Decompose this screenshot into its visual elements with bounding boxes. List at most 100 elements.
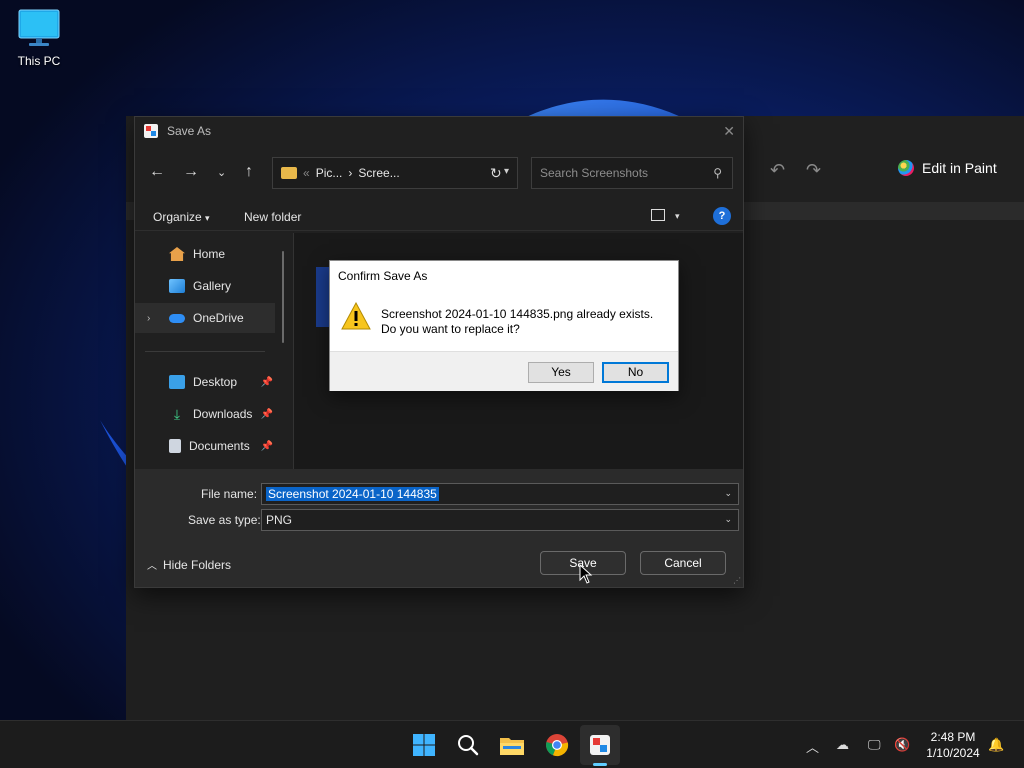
pin-icon[interactable]: 📌 [261,441,273,452]
resize-grip-icon[interactable]: ⋰ [733,576,741,585]
breadcrumb-screenshots[interactable]: Scree... [358,166,399,180]
snipping-tool-button[interactable] [586,731,614,759]
nav-item-onedrive[interactable]: › OneDrive [135,303,275,333]
recent-locations-chevron-icon[interactable]: ⌄ [217,166,226,179]
hide-folders-label: Hide Folders [163,557,232,572]
chrome-icon [546,734,569,757]
home-icon [169,247,185,261]
file-name-field[interactable]: Screenshot 2024-01-10 144835 ⌄ [261,483,739,505]
nav-item-label: OneDrive [193,311,244,325]
save-as-titlebar: Save As ✕ [135,117,743,145]
yes-button[interactable]: Yes [528,362,594,383]
back-arrow-icon[interactable]: ← [149,163,165,181]
confirm-message-line1: Screenshot 2024-01-10 144835.png already… [381,307,654,321]
close-icon[interactable]: ✕ [723,123,735,140]
hide-folders-button[interactable]: ︿ Hide Folders [147,557,232,573]
nav-item-label: Home [193,247,226,261]
nav-scrollbar[interactable] [282,251,284,343]
gallery-icon [169,279,185,293]
edit-in-paint-label: Edit in Paint [922,160,997,176]
nav-item-gallery[interactable]: Gallery [135,271,275,301]
redo-icon[interactable]: ↷ [806,160,821,181]
undo-icon[interactable]: ↶ [770,160,785,181]
confirm-title: Confirm Save As [338,269,428,283]
chevron-up-icon: ︿ [147,561,157,572]
snipping-tool-icon [590,735,610,755]
pin-icon[interactable]: 📌 [261,409,273,420]
address-overflow: « [303,166,310,180]
confirm-body: Screenshot 2024-01-10 144835.png already… [330,289,678,351]
paint-palette-icon [898,160,914,176]
cancel-button[interactable]: Cancel [640,551,726,575]
refresh-icon[interactable]: ↻ [490,165,502,182]
breadcrumb-chevron-icon: › [348,166,353,180]
taskbar: ︿ ☁ 🖵 🔇 2:48 PM 1/10/2024 🔔 [0,720,1024,768]
edit-in-paint-button[interactable]: Edit in Paint [898,160,997,176]
nav-item-documents[interactable]: Documents 📌 [135,431,275,461]
clock-time: 2:48 PM [930,730,976,744]
file-name-value: Screenshot 2024-01-10 144835 [266,487,439,501]
nav-item-desktop[interactable]: Desktop 📌 [135,367,275,397]
nav-item-label: Documents [189,439,250,453]
clock-date: 1/10/2024 [926,746,980,760]
save-type-select[interactable]: PNG ⌄ [261,509,739,531]
nav-item-label: Gallery [193,279,232,293]
address-bar[interactable]: « Pic... › Scree... ▾ [272,157,518,189]
nav-item-home[interactable]: Home [135,239,275,269]
show-hidden-icons-icon[interactable]: ︿ [806,737,819,756]
save-type-value: PNG [266,513,293,527]
nav-item-label: Desktop [193,375,238,389]
taskbar-search-button[interactable] [454,731,482,759]
warning-icon [341,302,371,330]
start-button[interactable] [410,731,438,759]
onedrive-icon [169,313,185,323]
up-arrow-icon[interactable]: ↑ [245,163,253,181]
mouse-cursor-icon [579,564,593,584]
expand-chevron-icon[interactable]: › [147,313,150,324]
save-options-panel: File name: Screenshot 2024-01-10 144835 … [135,469,743,587]
search-icon [458,735,479,756]
organize-menu[interactable]: Organize ▾ [153,210,210,224]
monitor-icon [18,9,60,46]
confirm-message-line2: Do you want to replace it? [381,322,520,336]
view-options-icon[interactable] [651,209,665,221]
navigation-bar: ← → ⌄ ↑ « Pic... › Scree... ▾ ↻ Search S… [135,155,743,191]
new-folder-button[interactable]: New folder [244,210,301,224]
notification-bell-icon[interactable]: 🔔 [988,737,1004,753]
save-as-title: Save As [167,124,212,138]
snipping-tool-app-icon [144,124,158,138]
nav-separator [145,351,265,352]
volume-muted-icon[interactable]: 🔇 [894,737,910,753]
breadcrumb-pictures[interactable]: Pic... [316,166,343,180]
onedrive-offline-icon[interactable]: ☁ [836,737,849,753]
desktop-icon-this-pc[interactable]: This PC [10,8,68,68]
file-explorer-button[interactable] [498,731,526,759]
file-thumbnail[interactable] [316,267,330,327]
confirm-save-as-dialog: Confirm Save As Screenshot 2024-01-10 14… [329,260,679,391]
help-icon[interactable]: ? [713,207,731,225]
view-dropdown-icon[interactable]: ▾ [675,211,680,222]
forward-arrow-icon[interactable]: → [183,163,199,181]
save-type-dropdown-icon[interactable]: ⌄ [724,514,732,525]
save-type-label: Save as type: [188,513,261,527]
no-button[interactable]: No [602,362,669,383]
search-box[interactable]: Search Screenshots ⚲ [531,157,733,189]
pin-icon[interactable]: 📌 [261,377,273,388]
organize-dropdown-icon: ▾ [205,213,210,223]
nav-item-downloads[interactable]: ⤓ Downloads 📌 [135,399,275,429]
documents-icon [169,439,181,453]
system-clock[interactable]: 2:48 PM 1/10/2024 [920,729,986,761]
this-pc-label: This PC [17,54,61,68]
chrome-button[interactable] [543,731,571,759]
command-bar: Organize ▾ New folder ▾ ? [135,203,743,231]
address-dropdown-icon[interactable]: ▾ [504,166,509,177]
file-name-dropdown-icon[interactable]: ⌄ [724,488,732,499]
network-icon[interactable]: 🖵 [868,737,881,753]
folder-icon [281,167,297,179]
file-explorer-icon [500,738,524,755]
desktop-icon [169,375,185,389]
start-icon [413,734,435,756]
search-placeholder: Search Screenshots [540,166,649,180]
nav-item-label: Downloads [193,407,253,421]
downloads-icon: ⤓ [173,406,181,422]
